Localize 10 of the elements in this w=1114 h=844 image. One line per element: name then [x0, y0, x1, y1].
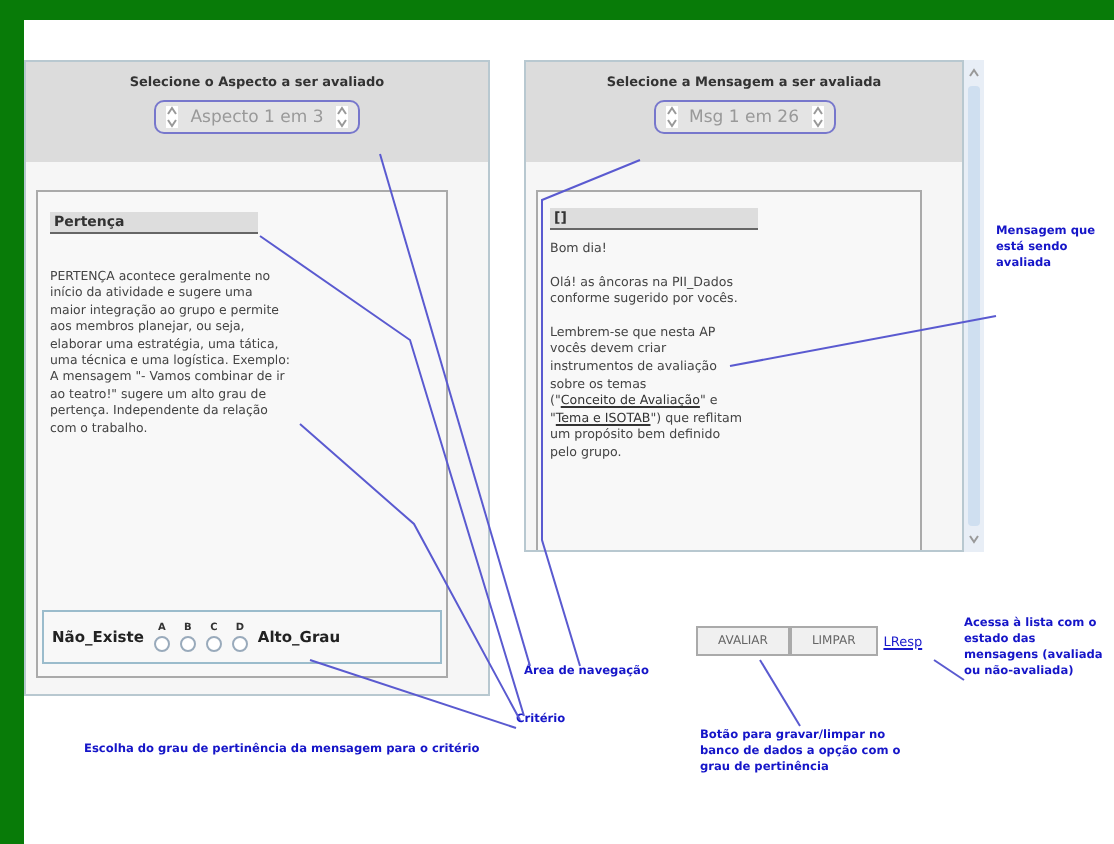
radio-button[interactable] [205, 636, 222, 652]
spinner-value: Aspecto 1 em 3 [190, 107, 324, 127]
radio-button[interactable] [179, 636, 196, 652]
radio-button[interactable] [153, 636, 170, 652]
leader-line [759, 659, 801, 727]
spinner-value: Msg 1 em 26 [689, 107, 799, 127]
radio-button[interactable] [231, 636, 248, 652]
scrollbar-thumb[interactable] [968, 86, 980, 526]
leader-line [933, 659, 965, 681]
scrollbar[interactable] [964, 60, 984, 552]
